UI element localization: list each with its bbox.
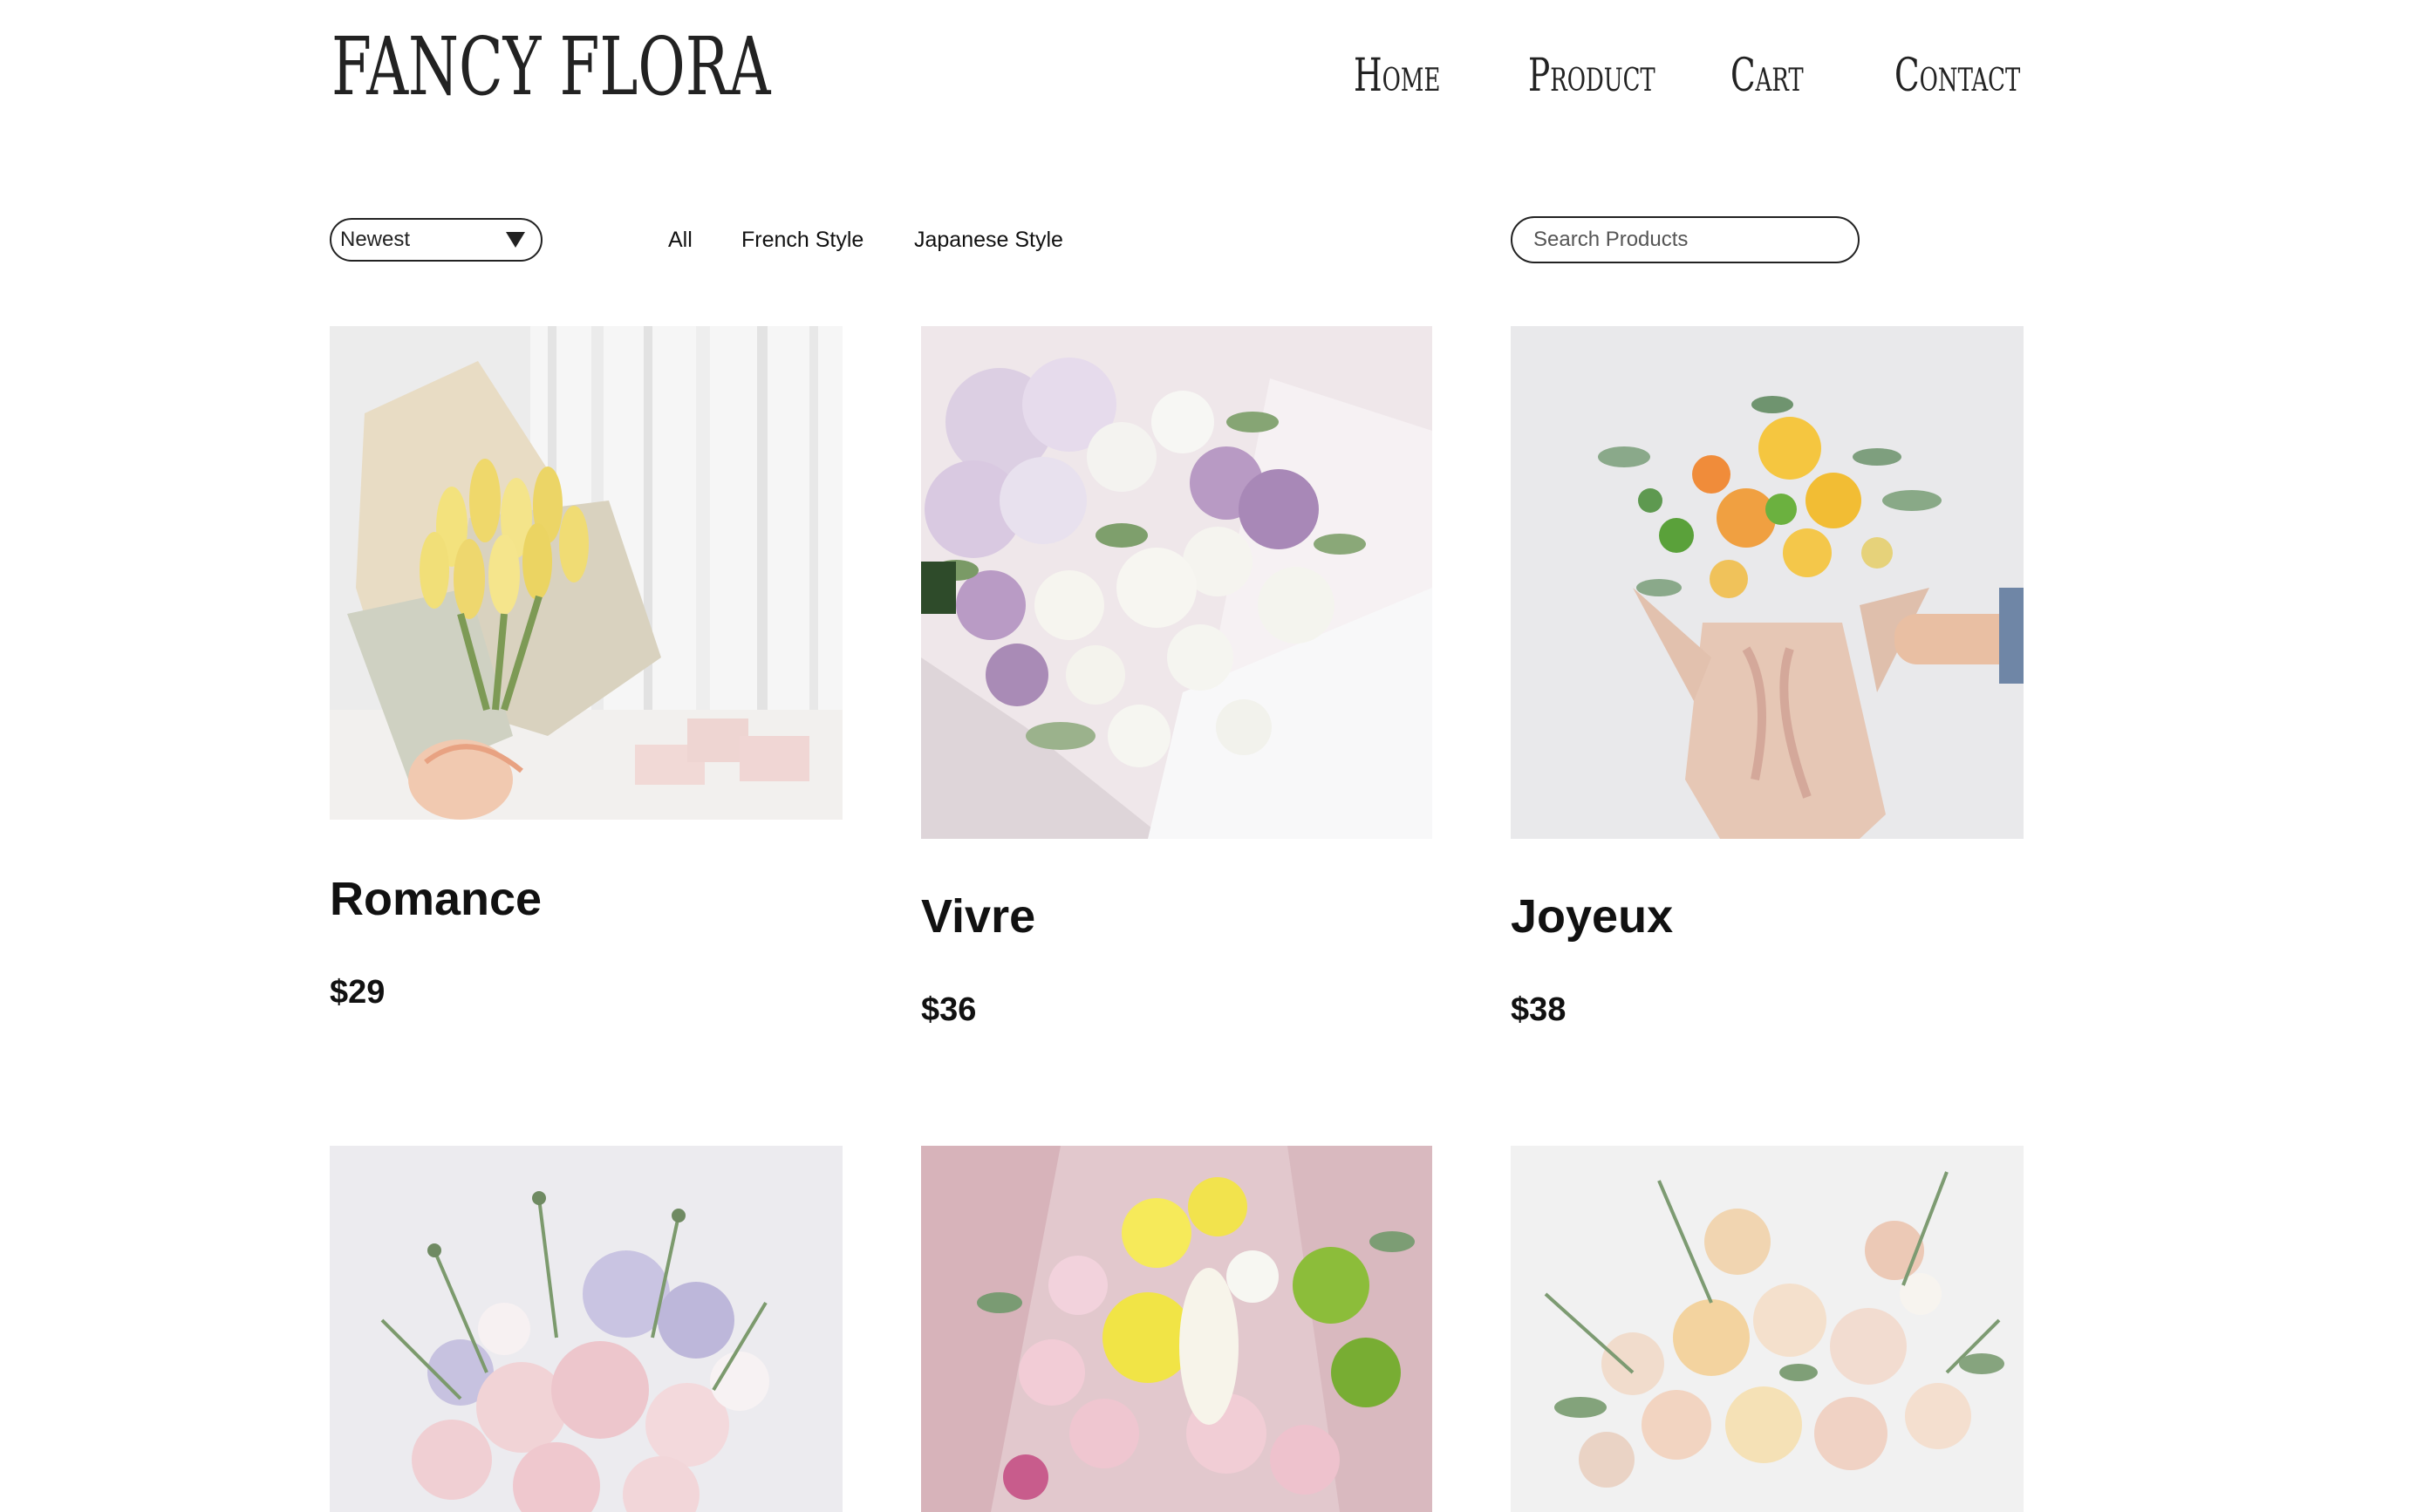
triangle-down-icon	[506, 232, 525, 248]
product-image-6[interactable]	[1511, 1146, 2024, 1512]
filter-all[interactable]: All	[668, 225, 693, 255]
pink-rose-wildflower-bouquet-photo-icon	[330, 1146, 843, 1512]
product-price: $29	[330, 974, 386, 1011]
sort-selected-label: Newest	[340, 228, 411, 251]
brand-logo[interactable]: FANCY FLORA	[331, 19, 770, 115]
filter-japanese-style[interactable]: Japanese Style	[914, 225, 1063, 255]
peach-rose-bouquet-photo-icon	[1511, 1146, 2024, 1512]
nav-product[interactable]: Product	[1528, 45, 1655, 106]
nav-home[interactable]: Home	[1354, 45, 1440, 106]
product-image-5[interactable]	[921, 1146, 1432, 1512]
lilac-white-rose-bouquet-photo-icon	[921, 326, 1432, 839]
product-name[interactable]: Vivre	[921, 888, 1035, 945]
sort-dropdown[interactable]: Newest	[330, 218, 543, 262]
yellow-pink-mixed-bouquet-photo-icon	[921, 1146, 1432, 1512]
nav-contact[interactable]: Contact	[1894, 45, 2020, 106]
product-price: $38	[1511, 991, 1567, 1028]
product-image-vivre[interactable]	[921, 326, 1432, 839]
search-input[interactable]	[1533, 223, 1839, 256]
yellow-tulip-bouquet-photo-icon	[330, 326, 843, 820]
search-field[interactable]	[1511, 216, 1860, 263]
product-price: $36	[921, 991, 977, 1028]
filter-french-style[interactable]: French Style	[741, 225, 863, 255]
product-image-joyeux[interactable]	[1511, 326, 2024, 839]
nav-cart[interactable]: Cart	[1730, 45, 1804, 106]
product-name[interactable]: Joyeux	[1511, 888, 1673, 945]
product-image-romance[interactable]	[330, 326, 843, 820]
product-image-4[interactable]	[330, 1146, 843, 1512]
product-name[interactable]: Romance	[330, 870, 542, 928]
orange-yellow-bouquet-in-hand-photo-icon	[1511, 326, 2024, 839]
